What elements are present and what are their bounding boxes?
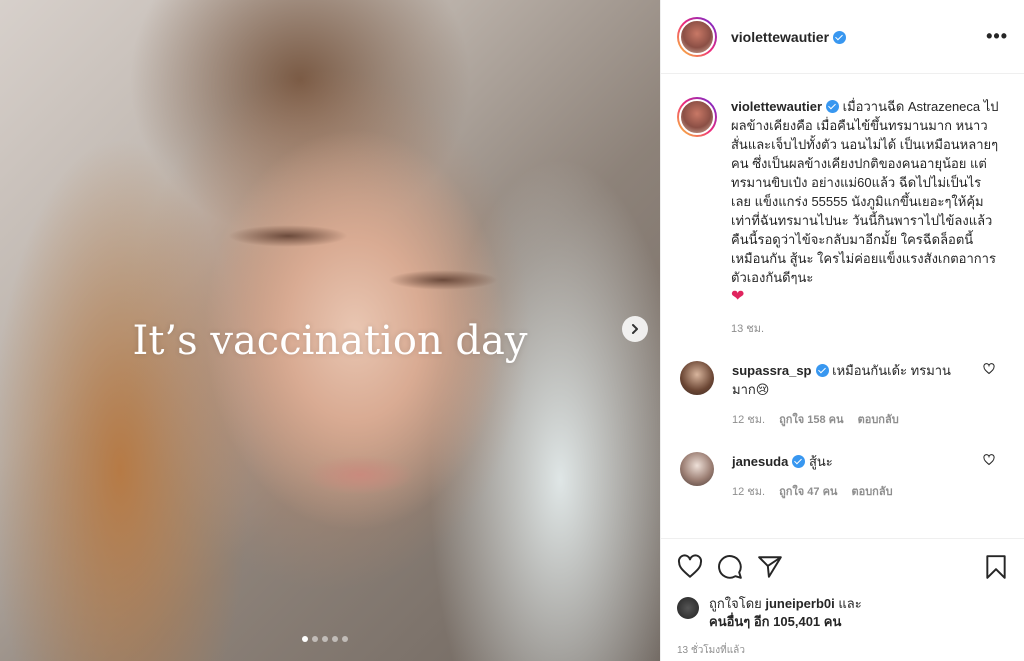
carousel-dot: [302, 636, 308, 642]
post-header: violettewautier •••: [661, 0, 1024, 74]
carousel-dot: [342, 636, 348, 642]
more-options-icon[interactable]: •••: [986, 26, 1008, 47]
photo-detail: [228, 225, 348, 247]
avatar[interactable]: [680, 361, 714, 395]
liked-by-and: และ: [838, 596, 862, 611]
share-paper-plane-icon[interactable]: [757, 554, 783, 580]
comment-item: supassra_sp เหมือนกันเด้ะ ทรมานมาก😢 12 ช…: [677, 361, 1009, 430]
comment-username[interactable]: janesuda: [732, 454, 788, 469]
heart-outline-icon[interactable]: [983, 454, 995, 466]
avatar[interactable]: [677, 97, 717, 137]
comment-likes[interactable]: ถูกใจ 158 คน: [779, 411, 843, 430]
comment-bubble-icon[interactable]: [717, 554, 743, 580]
avatar[interactable]: [677, 16, 717, 57]
save-bookmark-icon[interactable]: [983, 554, 1009, 580]
comments-section[interactable]: violettewautier เมื่อวานฉีด Astrazeneca …: [661, 75, 1024, 537]
reply-button[interactable]: ตอบกลับ: [851, 483, 892, 502]
comment-username[interactable]: supassra_sp: [732, 363, 812, 378]
comment-item: janesuda สู้นะ 12 ชม. ถูกใจ 47 คน ตอบกลั…: [677, 452, 1009, 502]
post-actions: ถูกใจโดย juneiperb0i และ คนอื่นๆ อีก 105…: [661, 538, 1024, 658]
post-time[interactable]: 13 ชั่วโมงที่แล้ว: [677, 643, 1009, 658]
verified-badge-icon: [826, 100, 840, 113]
photo-detail: [388, 270, 498, 290]
comment-likes[interactable]: ถูกใจ 47 คน: [779, 483, 837, 502]
avatar[interactable]: [680, 452, 714, 486]
caption-text: เมื่อวานฉีด Astrazeneca ไป ผลข้างเคียงคื…: [731, 99, 999, 285]
post-side-panel: violettewautier ••• violettewautier เมื่…: [660, 0, 1024, 661]
carousel-dot: [332, 636, 338, 642]
others-likes-link[interactable]: คนอื่นๆ อีก 105,401 คน: [709, 614, 841, 629]
caption-timestamp: 13 ชม.: [731, 323, 765, 335]
header-username[interactable]: violettewautier: [731, 29, 847, 45]
heart-outline-icon[interactable]: [983, 363, 995, 375]
reply-button[interactable]: ตอบกลับ: [858, 411, 899, 430]
liked-by-user[interactable]: juneiperb0i: [765, 596, 834, 611]
carousel-dot: [312, 636, 318, 642]
carousel-indicator: [302, 636, 348, 642]
caption-username[interactable]: violettewautier: [731, 99, 822, 114]
next-slide-button[interactable]: [622, 316, 648, 342]
media-overlay-text: It’s vaccination day: [132, 318, 528, 364]
carousel-dot: [322, 636, 328, 642]
liked-by-prefix: ถูกใจโดย: [709, 596, 762, 611]
photo-detail: [305, 455, 415, 495]
post-media[interactable]: It’s vaccination day: [0, 0, 660, 661]
action-icons: [677, 549, 1009, 585]
verified-badge-icon: [833, 30, 847, 44]
verified-badge-icon: [815, 364, 829, 377]
heart-emoji: ❤: [731, 288, 745, 305]
comment-text: สู้นะ: [808, 454, 833, 469]
comment-time: 12 ชม.: [732, 414, 766, 426]
like-heart-icon[interactable]: [677, 554, 703, 580]
comment-time: 12 ชม.: [732, 486, 766, 498]
verified-badge-icon: [792, 455, 806, 468]
chevron-right-icon: [632, 324, 638, 334]
likes-summary: ถูกใจโดย juneiperb0i และ คนอื่นๆ อีก 105…: [677, 595, 1009, 631]
post-caption: violettewautier เมื่อวานฉีด Astrazeneca …: [677, 97, 1009, 339]
avatar[interactable]: [677, 597, 699, 619]
